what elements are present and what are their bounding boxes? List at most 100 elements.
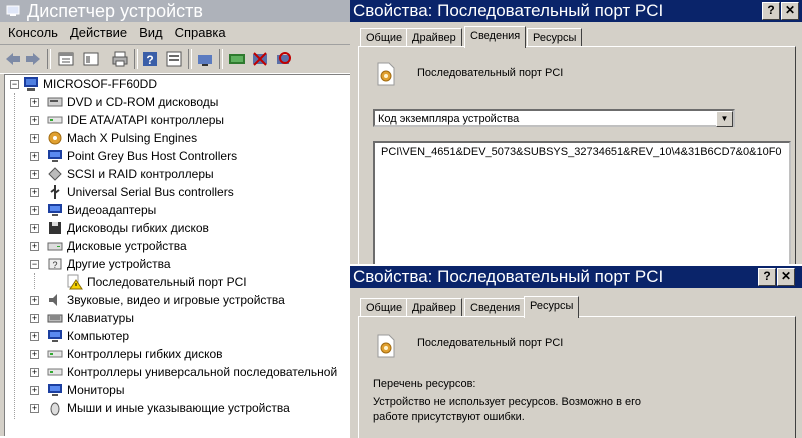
computer-icon [24, 77, 38, 91]
resources-page: Последовательный порт PCI Перечень ресур… [358, 316, 796, 438]
tree-item-label: Видеоадаптеры [67, 203, 157, 217]
help-button[interactable]: ? [762, 2, 780, 20]
menu-help[interactable]: Справка [169, 22, 232, 44]
help-button[interactable]: ? [758, 268, 776, 286]
chevron-down-icon[interactable]: ▼ [716, 111, 733, 127]
uninstall-device-icon[interactable] [274, 50, 292, 68]
expand-toggle[interactable]: + [30, 368, 39, 377]
update-driver-icon[interactable] [228, 50, 246, 68]
tree-category-item[interactable]: + Дисководы гибких дисков [5, 219, 345, 237]
dialog-title: Свойства: Последовательный порт PCI [353, 1, 664, 20]
expand-toggle[interactable]: + [30, 134, 39, 143]
tree-item-label: Другие устройства [67, 257, 171, 271]
property-value-list[interactable]: PCI\VEN_4651&DEV_5073&SUBSYS_32734651&RE… [373, 141, 791, 264]
cdrom-icon [47, 97, 63, 107]
close-button[interactable]: ✕ [777, 268, 795, 286]
property-value[interactable]: PCI\VEN_4651&DEV_5073&SUBSYS_32734651&RE… [375, 143, 789, 158]
back-icon[interactable] [4, 50, 22, 68]
expand-toggle[interactable]: + [30, 386, 39, 395]
tab-resources[interactable]: Ресурсы [527, 28, 583, 48]
tree-category-item[interactable]: −? Другие устройства [5, 255, 345, 273]
expand-toggle[interactable]: + [30, 170, 39, 179]
tree-category-item[interactable]: + Мыши и иные указывающие устройства [5, 399, 345, 417]
expand-toggle[interactable]: + [30, 350, 39, 359]
property-select-value: Код экземпляра устройства [378, 113, 520, 125]
usb-controller-icon [47, 368, 63, 376]
details-page: Последовательный порт PCI Код экземпляра… [358, 46, 796, 264]
menu-action[interactable]: Действие [64, 22, 133, 44]
expand-toggle[interactable]: + [30, 332, 39, 341]
expand-toggle[interactable]: + [30, 98, 39, 107]
tree-root[interactable]: − MICROSOF-FF60DD [5, 75, 345, 93]
computer-icon [48, 330, 62, 342]
tree-category-item[interactable]: + Universal Serial Bus controllers [5, 183, 345, 201]
expand-toggle[interactable]: + [30, 188, 39, 197]
tree-item-label: Дисководы гибких дисков [67, 221, 209, 235]
tree-category-item[interactable]: + Компьютер [5, 327, 345, 345]
tree-item-label: IDE ATA/ATAPI контроллеры [67, 113, 225, 127]
property-select[interactable]: Код экземпляра устройства ▼ [373, 109, 735, 127]
device-tree[interactable]: − MICROSOF-FF60DD + DVD и CD-ROM дисковод… [4, 74, 350, 436]
tree-category-item[interactable]: + SCSI и RAID контроллеры [5, 165, 345, 183]
collapse-toggle[interactable]: − [10, 80, 19, 89]
list-icon[interactable] [165, 50, 183, 68]
tree-item-label: Компьютер [67, 329, 130, 343]
device-name: Последовательный порт PCI [417, 67, 564, 79]
tree-category-item[interactable]: + Mach X Pulsing Engines [5, 129, 345, 147]
expand-toggle[interactable]: + [30, 206, 39, 215]
expand-toggle[interactable]: + [30, 116, 39, 125]
tab-details[interactable]: Сведения [464, 26, 527, 48]
tab-general[interactable]: Общие [360, 28, 409, 48]
tree-item-label: Дисковые устройства [67, 239, 187, 253]
tree-category-item[interactable]: + Контроллеры универсальной последователь… [5, 363, 345, 381]
tab-resources[interactable]: Ресурсы [524, 296, 580, 318]
monitor-icon [48, 384, 62, 396]
menu-console[interactable]: Консоль [2, 22, 64, 44]
tree-item-label: Последовательный порт PCI [87, 275, 247, 289]
properties-dialog-details: Свойства: Последовательный порт PCI ? ✕ … [350, 0, 802, 264]
tree-category-item[interactable]: + IDE ATA/ATAPI контроллеры [5, 111, 345, 129]
tree-category-item[interactable]: + Контроллеры гибких дисков [5, 345, 345, 363]
tree-item-label: Мониторы [67, 383, 125, 397]
tab-driver[interactable]: Драйвер [406, 298, 462, 318]
expand-toggle[interactable]: + [30, 152, 39, 161]
scan-hardware-icon[interactable] [196, 50, 214, 68]
usb-icon [50, 185, 60, 199]
tree-category-item[interactable]: + DVD и CD-ROM дисководы [5, 93, 345, 111]
close-button[interactable]: ✕ [781, 2, 799, 20]
svg-text:?: ? [146, 53, 153, 67]
tree-category-item[interactable]: + Point Grey Bus Host Controllers [5, 147, 345, 165]
print-icon[interactable] [111, 50, 129, 68]
unknown-device-icon: ? [48, 258, 62, 270]
tab-driver[interactable]: Драйвер [406, 28, 462, 48]
tab-details[interactable]: Сведения [464, 298, 527, 318]
tree-category-item[interactable]: + Дисковые устройства [5, 237, 345, 255]
tree-category-item[interactable]: + Звуковые, видео и игровые устройства [5, 291, 345, 309]
disable-device-icon[interactable] [251, 50, 269, 68]
expand-toggle[interactable]: + [30, 224, 39, 233]
forward-icon[interactable] [24, 50, 42, 68]
expand-toggle[interactable]: + [30, 242, 39, 251]
expand-toggle[interactable]: − [30, 260, 39, 269]
resource-list-header: Перечень ресурсов: [373, 378, 476, 390]
tree-child-item[interactable]: Последовательный порт PCI [5, 273, 345, 291]
dialog-titlebar[interactable]: Свойства: Последовательный порт PCI ? ✕ [350, 266, 802, 288]
tree-category-item[interactable]: + Мониторы [5, 381, 345, 399]
help-icon[interactable]: ? [141, 50, 159, 68]
tab-general[interactable]: Общие [360, 298, 409, 318]
computer-management-icon [6, 5, 20, 16]
tree-item-label: Контроллеры гибких дисков [67, 347, 223, 361]
tree-category-item[interactable]: + Видеоадаптеры [5, 201, 345, 219]
view-icon[interactable] [82, 50, 100, 68]
menu-view[interactable]: Вид [133, 22, 169, 44]
expand-toggle[interactable]: + [30, 404, 39, 413]
expand-toggle[interactable]: + [30, 296, 39, 305]
dialog-titlebar[interactable]: Свойства: Последовательный порт PCI ? ✕ [350, 0, 802, 22]
properties-icon[interactable] [57, 50, 75, 68]
tree-item-label: Universal Serial Bus controllers [67, 185, 234, 199]
tree-category-item[interactable]: + Клавиатуры [5, 309, 345, 327]
port-device-icon [377, 62, 395, 86]
tree-item-label: Клавиатуры [67, 311, 134, 325]
expand-toggle[interactable]: + [30, 314, 39, 323]
device-manager-titlebar[interactable]: Диспетчер устройств [0, 0, 350, 22]
